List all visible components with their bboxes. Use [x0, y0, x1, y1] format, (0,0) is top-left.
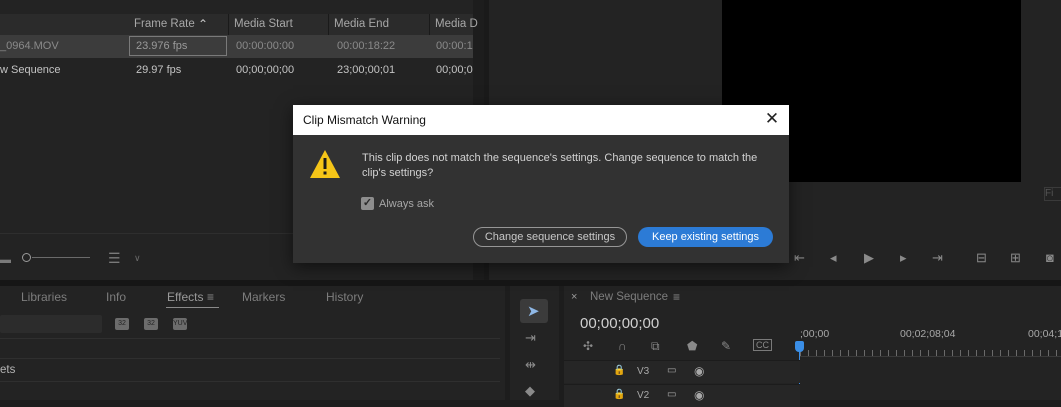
clip-media-end: 00:00:18:22	[337, 40, 396, 52]
time-ruler[interactable]	[800, 344, 1061, 357]
go-to-in-icon[interactable]: ⇤	[794, 250, 805, 266]
sequence-name: w Sequence	[0, 64, 61, 76]
yuv-effects-button[interactable]: YUV	[173, 318, 187, 330]
freeform-view-icon[interactable]: ▬	[0, 254, 11, 266]
dialog-titlebar[interactable]: Clip Mismatch Warning ✕	[293, 105, 789, 135]
column-media-end[interactable]: Media End	[334, 18, 389, 30]
tab-info[interactable]: Info	[106, 290, 126, 304]
active-tab-indicator	[166, 307, 219, 308]
extract-icon[interactable]: ⊞	[1010, 250, 1021, 266]
ruler-label: 00;02;08;04	[900, 328, 956, 340]
clip-media-start: 00:00:00:00	[236, 40, 295, 52]
ruler-label: 00;04;1	[1028, 328, 1061, 340]
always-ask-checkbox[interactable]: ✓	[361, 197, 374, 210]
project-column-header: Frame Rate ⌃ Media Start Media End Media…	[0, 14, 478, 36]
effects-folder-label: ets	[0, 364, 16, 376]
zoom-slider-handle[interactable]	[22, 253, 31, 262]
step-forward-icon[interactable]: ▸	[900, 250, 907, 266]
track-select-tool-icon[interactable]: ⇥	[525, 330, 536, 346]
ruler-label: ;00;00	[800, 328, 830, 340]
eye-icon[interactable]: ◉	[694, 364, 704, 378]
lock-icon[interactable]: 🔒	[613, 365, 625, 376]
zoom-slider-track[interactable]	[32, 257, 90, 258]
go-to-out-icon[interactable]: ⇥	[932, 250, 943, 266]
panel-menu-icon[interactable]: ≡	[673, 290, 680, 304]
close-icon[interactable]: ×	[571, 291, 577, 303]
sequence-media-duration: 00;00;0	[436, 64, 473, 76]
tab-markers[interactable]: Markers	[242, 290, 285, 304]
captions-icon[interactable]: CC	[753, 339, 772, 351]
razor-tool-icon[interactable]: ◆	[525, 383, 535, 399]
accelerated-effects-button[interactable]: 32	[115, 318, 129, 330]
sequence-media-start: 00;00;00;00	[236, 64, 295, 76]
change-sequence-settings-button[interactable]: Change sequence settings	[473, 227, 627, 247]
sync-lock-icon[interactable]: ▭	[667, 365, 676, 376]
clip-name: _0964.MOV	[0, 40, 59, 52]
lift-icon[interactable]: ⊟	[976, 250, 987, 266]
tab-new-sequence[interactable]: New Sequence	[590, 291, 668, 303]
timeline-timecode[interactable]: 00;00;00;00	[580, 315, 659, 332]
chevron-down-icon[interactable]: ∨	[134, 253, 141, 264]
tab-history[interactable]: History	[326, 290, 363, 304]
tab-effects[interactable]: Effects	[167, 290, 203, 304]
fit-dropdown[interactable]: Fi	[1044, 187, 1061, 201]
add-marker-icon[interactable]: ⬟	[687, 339, 697, 353]
wrench-icon[interactable]: ✎	[721, 339, 731, 353]
clip-frame-rate: 23.976 fps	[136, 40, 188, 52]
close-icon[interactable]: ✕	[763, 110, 781, 128]
track-header-v3[interactable]: 🔒 V3 ▭ ◉	[564, 360, 800, 383]
dialog-message: This clip does not match the sequence's …	[362, 152, 758, 179]
snap-icon[interactable]: ∩	[618, 339, 627, 353]
step-back-icon[interactable]: ◂	[830, 250, 837, 266]
selection-tool-icon: ➤	[527, 303, 540, 320]
sequence-frame-rate: 29.97 fps	[136, 64, 182, 76]
play-icon[interactable]: ▶	[864, 250, 874, 266]
export-frame-icon[interactable]: ◙	[1046, 250, 1054, 265]
ripple-edit-tool-icon[interactable]: ⇹	[525, 357, 536, 373]
dialog-title: Clip Mismatch Warning	[303, 113, 426, 127]
effects-search-input[interactable]	[0, 315, 102, 333]
insert-nest-icon[interactable]: ✣	[583, 339, 593, 353]
table-row[interactable]: w Sequence 29.97 fps 00;00;00;00 23;00;0…	[0, 59, 473, 82]
warning-icon	[310, 150, 340, 178]
clip-media-duration: 00:00:1	[436, 40, 473, 52]
tab-libraries[interactable]: Libraries	[21, 290, 67, 304]
linked-selection-icon[interactable]: ⧉	[651, 339, 660, 354]
sort-ascending-icon[interactable]: ⌃	[198, 17, 208, 31]
playhead-handle[interactable]	[795, 341, 804, 352]
column-media-start[interactable]: Media Start	[234, 18, 293, 30]
panel-menu-icon[interactable]: ≡	[207, 290, 214, 304]
always-ask-label[interactable]: Always ask	[379, 198, 434, 210]
list-item[interactable]: ets	[0, 358, 500, 382]
track-header-v2[interactable]: 🔒 V2 ▭ ◉	[564, 384, 800, 407]
transport-controls: ⇤ ◂ ▶ ▸ ⇥ ⊟ ⊞ ◙	[780, 248, 1061, 270]
sync-lock-icon[interactable]: ▭	[667, 389, 676, 400]
track-label: V2	[637, 390, 650, 401]
keep-existing-settings-button[interactable]: Keep existing settings	[638, 227, 773, 247]
column-media-duration[interactable]: Media D	[435, 18, 478, 30]
32bit-effects-button[interactable]: 32	[144, 318, 158, 330]
sequence-media-end: 23;00;00;01	[337, 64, 396, 76]
lock-icon[interactable]: 🔒	[613, 389, 625, 400]
sort-icons-icon[interactable]: ☰	[108, 250, 121, 267]
column-frame-rate[interactable]: Frame Rate	[134, 18, 195, 30]
timeline-toolbar: ✣ ∩ ⧉ ⬟ ✎ CC	[583, 339, 783, 355]
track-label: V3	[637, 366, 650, 377]
clip-mismatch-dialog: Clip Mismatch Warning ✕ This clip does n…	[293, 105, 789, 263]
table-row[interactable]: _0964.MOV 23.976 fps 00:00:00:00 00:00:1…	[0, 35, 473, 58]
